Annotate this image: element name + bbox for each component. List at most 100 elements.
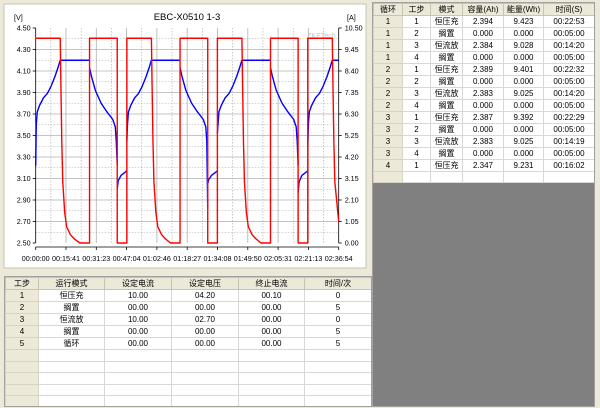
table-cell: 恒流放 [430, 135, 463, 148]
table-row[interactable]: 3 4 搁置 0.000 0.000 00:05:00 [373, 147, 594, 160]
table-cell: 0 [304, 313, 371, 326]
table-cell: 0.000 [503, 123, 544, 136]
table-cell: 00:05:00 [543, 123, 594, 136]
table-cell [238, 372, 305, 385]
table-cell: 00.00 [238, 337, 305, 350]
column-header[interactable]: 终止电流 [238, 277, 305, 290]
cycle-results-table: 循环 工步 模式 容量(Ah) 能量(Wh) 时间(S) 1 1 恒压充 2.394 9.423 0… [373, 3, 594, 183]
table-cell [503, 171, 544, 183]
table-cell: 恒流放 [430, 39, 463, 52]
table-cell: 2.347 [462, 159, 504, 172]
table-row[interactable]: 3 1 恒压充 2.387 9.392 00:22:29 [373, 111, 594, 124]
table-cell: 9.028 [503, 39, 544, 52]
table-cell: 00:22:53 [543, 15, 594, 28]
table-cell: 9.025 [503, 87, 544, 100]
table-row[interactable]: 4 1 恒压充 2.347 9.231 00:16:02 [373, 159, 594, 172]
x-tick-label: 00:15:41 [52, 254, 80, 263]
table-cell: 恒压充 [430, 159, 463, 172]
y-tick-label-left: 3.30 [17, 153, 31, 162]
column-header[interactable]: 循环 [373, 3, 403, 16]
y-axis-label-left: [V] [14, 13, 23, 22]
table-cell: 2.383 [462, 135, 504, 148]
table-cell: 0.000 [462, 75, 504, 88]
table-cell [171, 360, 239, 373]
table-row[interactable]: 1 2 搁置 0.000 0.000 00:05:00 [373, 27, 594, 40]
column-header[interactable]: 工步 [402, 3, 431, 16]
empty-table-row[interactable] [5, 395, 371, 406]
table-row[interactable]: 4 搁置 00.00 00.00 00.00 5 [5, 325, 371, 338]
table-cell: 4 [402, 147, 431, 160]
empty-table-row[interactable] [5, 383, 371, 396]
column-header[interactable]: 设定电压 [171, 277, 239, 290]
table-row[interactable]: 1 4 搁置 0.000 0.000 00:05:00 [373, 51, 594, 64]
table-row[interactable]: 2 2 搁置 0.000 0.000 00:05:00 [373, 75, 594, 88]
column-header[interactable]: 时间(S) [543, 3, 594, 16]
column-header[interactable]: 容量(Ah) [462, 3, 504, 16]
table-row[interactable]: 2 1 恒压充 2.389 9.401 00:22:32 [373, 63, 594, 76]
table-cell [5, 395, 39, 406]
table-row[interactable]: 2 3 恒流放 2.383 9.025 00:14:20 [373, 87, 594, 100]
table-cell: 2.394 [462, 15, 504, 28]
table-cell [543, 171, 594, 183]
table-cell [304, 360, 371, 373]
table-cell: 0.000 [503, 147, 544, 160]
x-tick-label: 02:36:54 [325, 254, 353, 263]
table-cell [373, 171, 403, 183]
table-cell: 搁置 [430, 27, 463, 40]
column-header[interactable]: 能量(Wh) [503, 3, 544, 16]
table-cell: 1 [373, 39, 403, 52]
table-cell: 00:14:19 [543, 135, 594, 148]
table-cell: 搁置 [430, 123, 463, 136]
table-cell: 2 [373, 63, 403, 76]
column-header[interactable]: 运行模式 [38, 277, 105, 290]
column-header[interactable]: 设定电流 [104, 277, 172, 290]
table-cell: 5 [304, 325, 371, 338]
table-cell: 00:05:00 [543, 75, 594, 88]
table-cell: 00.00 [238, 325, 305, 338]
table-cell: 3 [402, 87, 431, 100]
table-cell: 3 [5, 313, 39, 326]
table-cell: 00.00 [104, 301, 172, 314]
table-cell: 恒流放 [430, 87, 463, 100]
y-tick-label-left: 4.50 [17, 24, 31, 33]
column-header[interactable]: 时间/次 [304, 277, 371, 290]
table-cell: 2 [402, 123, 431, 136]
table-cell [462, 171, 504, 183]
table-cell: 3 [373, 147, 403, 160]
column-header[interactable]: 工步 [5, 277, 39, 290]
table-cell: 搁置 [38, 301, 105, 314]
table-cell: 0.000 [462, 27, 504, 40]
empty-table-row[interactable] [5, 360, 371, 373]
y-tick-label-left: 2.50 [17, 239, 31, 248]
table-cell: 00:05:00 [543, 99, 594, 112]
table-row[interactable]: 1 3 恒流放 2.384 9.028 00:14:20 [373, 39, 594, 52]
y-tick-label-left: 3.10 [17, 174, 31, 183]
empty-table-row[interactable] [373, 171, 594, 183]
table-row[interactable]: 3 2 搁置 0.000 0.000 00:05:00 [373, 123, 594, 136]
table-cell: 4 [402, 51, 431, 64]
table-cell: 搁置 [430, 75, 463, 88]
y-tick-label-right: 8.40 [345, 67, 359, 76]
table-row[interactable]: 1 恒压充 10.00 04.20 00.10 0 [5, 289, 371, 302]
table-row[interactable]: 3 3 恒流放 2.383 9.025 00:14:19 [373, 135, 594, 148]
empty-table-row[interactable] [5, 372, 371, 385]
table-cell [5, 349, 39, 362]
table-row[interactable]: 2 4 搁置 0.000 0.000 00:05:00 [373, 99, 594, 112]
empty-table-row[interactable] [5, 349, 371, 362]
table-row[interactable]: 5 循环 00.00 00.00 00.00 5 [5, 337, 371, 350]
x-tick-label: 00:00:00 [22, 254, 50, 263]
y-tick-label-right: 1.05 [345, 217, 359, 226]
table-cell [5, 383, 39, 396]
table-row[interactable]: 3 恒流放 10.00 02.70 00.00 0 [5, 313, 371, 326]
table-cell [5, 372, 39, 385]
table-cell [104, 349, 172, 362]
table-cell [171, 395, 239, 406]
table-cell: 1 [402, 111, 431, 124]
table-row[interactable]: 2 搁置 00.00 00.00 00.00 5 [5, 301, 371, 314]
x-tick-label: 00:47:04 [113, 254, 141, 263]
table-row[interactable]: 1 1 恒压充 2.394 9.423 00:22:53 [373, 15, 594, 28]
table-cell [38, 360, 105, 373]
column-header[interactable]: 模式 [430, 3, 463, 16]
y-tick-label-left: 3.90 [17, 88, 31, 97]
y-tick-label-right: 7.35 [345, 88, 359, 97]
